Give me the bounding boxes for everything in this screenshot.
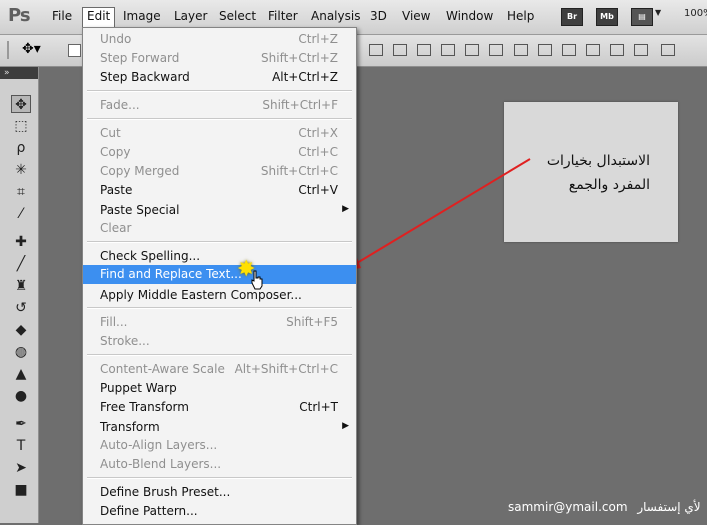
submenu-arrow-icon: ▶ [342,421,349,431]
menu-item-auto-align-layers[interactable]: Auto-Align Layers... [83,436,356,455]
menu-item-fade[interactable]: Fade... Shift+Ctrl+F [83,96,356,115]
menu-item-check-spelling[interactable]: Check Spelling... [83,247,356,266]
menu-item-copy[interactable]: Copy Ctrl+C [83,143,356,162]
menu-item-define-brush-preset[interactable]: Define Brush Preset... [83,483,356,502]
menu-item-stroke[interactable]: Stroke... [83,332,356,351]
footer-label: لأي إستفسار [637,500,701,514]
menu-item-copy-merged[interactable]: Copy Merged Shift+Ctrl+C [83,162,356,181]
menu-item-find-replace-text[interactable]: Find and Replace Text... [83,265,356,284]
footer: sammir@ymail.com لأي إستفسار [508,500,701,514]
footer-email: sammir@ymail.com [508,500,628,514]
submenu-arrow-icon: ▶ [342,204,349,214]
menu-item-free-transform[interactable]: Free Transform Ctrl+T [83,398,356,417]
menu-item-puppet-warp[interactable]: Puppet Warp [83,379,356,398]
menu-item-step-backward[interactable]: Step Backward Alt+Ctrl+Z [83,68,356,87]
menu-item-clear[interactable]: Clear [83,219,356,238]
edit-menu-dropdown: Undo Ctrl+Z Step Forward Shift+Ctrl+Z Step… [82,27,357,525]
menu-separator [87,118,352,120]
menu-item-transform[interactable]: Transform ▶ [83,418,356,437]
menu-item-paste[interactable]: Paste Ctrl+V [83,181,356,200]
menu-item-step-forward[interactable]: Step Forward Shift+Ctrl+Z [83,49,356,68]
menu-item-undo[interactable]: Undo Ctrl+Z [83,30,356,49]
menu-item-cut[interactable]: Cut Ctrl+X [83,124,356,143]
menu-separator [87,354,352,356]
menu-item-paste-special[interactable]: Paste Special ▶ [83,201,356,220]
menu-item-define-pattern[interactable]: Define Pattern... [83,502,356,521]
menu-item-auto-blend-layers[interactable]: Auto-Blend Layers... [83,455,356,474]
hand-cursor-icon [251,270,263,290]
menu-item-content-aware-scale[interactable]: Content-Aware Scale Alt+Shift+Ctrl+C [83,360,356,379]
menu-separator [87,477,352,479]
menu-separator [87,241,352,243]
menu-separator [87,307,352,309]
menu-separator [87,90,352,92]
menu-item-middle-eastern-composer[interactable]: Apply Middle Eastern Composer... [83,286,356,305]
menu-item-fill[interactable]: Fill... Shift+F5 [83,313,356,332]
